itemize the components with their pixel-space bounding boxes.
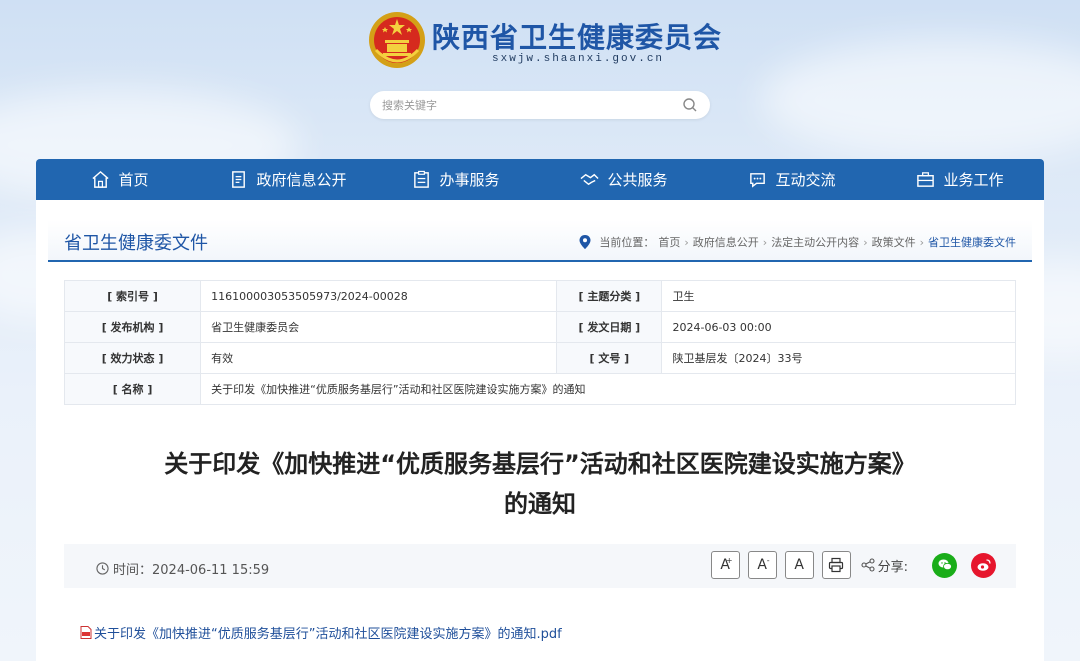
breadcrumb-separator: › (684, 235, 689, 249)
nav-item-label: 政府信息公开 (256, 171, 347, 189)
share-label: 分享: (861, 556, 908, 575)
table-row: [ 发布机构 ] 省卫生健康委员会 [ 发文日期 ] 2024-06-03 00… (63, 311, 1016, 343)
nav-item-home[interactable]: 首页 (36, 159, 204, 200)
nav-item-label: 公共服务 (607, 171, 668, 189)
status-value: 有效 (200, 342, 558, 374)
issuer-key: [ 发布机构 ] (63, 311, 202, 343)
issuer-value: 省卫生健康委员会 (200, 311, 558, 343)
search-icon[interactable] (682, 97, 698, 113)
table-row: [ 索引号 ] 11610000305350597­3/2024-00028 [… (63, 280, 1016, 312)
section-header: 省卫生健康委文件 当前位置： 首页 › 政府信息公开 › 法定主动公开内容 › … (48, 220, 1032, 262)
breadcrumb-separator: › (863, 235, 868, 249)
home-icon (92, 170, 110, 188)
site-header: 陕西省卫生健康委员会 sxwjw.shaanxi.gov.cn (0, 0, 1080, 160)
nav-item-public-service[interactable]: 公共服务 (540, 159, 708, 200)
table-row: [ 效力状态 ] 有效 [ 文号 ] 陕卫基层发〔2024〕33号 (63, 342, 1016, 374)
share-icon (861, 558, 875, 572)
share-label-text: 分享: (877, 559, 908, 575)
table-row: [ 名称 ] 关于印发《加快推进“优质服务基层行”活动和社区医院建设实施方案》的… (63, 373, 1016, 405)
pdf-file-icon (80, 626, 92, 639)
font-reset-button[interactable]: A (784, 551, 814, 579)
nav-item-services[interactable]: 办事服务 (372, 159, 540, 200)
section-title: 省卫生健康委文件 (64, 233, 208, 254)
search-box (370, 91, 710, 119)
search-input[interactable] (382, 96, 672, 114)
breadcrumb-separator: › (919, 235, 924, 249)
weibo-icon (977, 559, 991, 571)
status-key: [ 效力状态 ] (63, 342, 202, 374)
breadcrumb-separator: › (762, 235, 768, 249)
font-increase-button[interactable]: A + (710, 551, 740, 579)
attachment-filename: 关于印发《加快推进“优质服务基层行”活动和社区医院建设实施方案》的通知.pdf (94, 627, 562, 642)
printer-icon (829, 557, 844, 573)
date-key: [ 发文日期 ] (556, 311, 663, 343)
name-value: 关于印发《加快推进“优质服务基层行”活动和社区医院建设实施方案》的通知 (200, 373, 1016, 405)
nav-item-label: 互动交流 (775, 171, 836, 189)
font-decrease-button[interactable]: A- (747, 551, 777, 579)
breadcrumb-policy[interactable]: 政策文件 (872, 234, 916, 250)
index-value: 11610000305350597­3/2024-00028 (200, 280, 558, 312)
main-nav: 首页 政府信息公开 办事服务 公共服务 互动交流 业务工作 (36, 159, 1044, 200)
docno-value: 陕卫基层发〔2024〕33号 (661, 342, 1016, 374)
content-panel: 省卫生健康委文件 当前位置： 首页 › 政府信息公开 › 法定主动公开内容 › … (36, 200, 1044, 661)
national-emblem-icon (369, 12, 425, 68)
publish-time-text: 时间：2024-06-11 15:59 (113, 563, 270, 578)
chat-bubble-icon (750, 173, 766, 188)
location-pin-icon (579, 235, 591, 249)
attachment-link[interactable]: 关于印发《加快推进“优质服务基层行”活动和社区医院建设实施方案》的通知.pdf (80, 623, 562, 642)
nav-item-interaction[interactable]: 互动交流 (708, 159, 876, 200)
docno-key: [ 文号 ] (556, 342, 663, 374)
share-weibo-button[interactable] (971, 552, 996, 578)
document-meta-table: [ 索引号 ] 11610000305350597­3/2024-00028 [… (63, 280, 1016, 405)
handshake-icon (580, 173, 600, 186)
site-domain: sxwjw.shaanxi.gov.cn (492, 53, 665, 65)
briefcase-icon (917, 172, 935, 187)
nav-item-gov-info[interactable]: 政府信息公开 (204, 159, 372, 200)
name-key: [ 名称 ] (63, 373, 202, 405)
breadcrumb-home[interactable]: 首页 (658, 234, 680, 250)
article-title-line2: 的通知 (504, 490, 576, 518)
publish-time: 时间：2024-06-11 15:59 (96, 559, 269, 578)
breadcrumb-mandatory[interactable]: 法定主动公开内容 (771, 234, 859, 250)
nav-item-business[interactable]: 业务工作 (876, 159, 1044, 200)
breadcrumb-gov-info[interactable]: 政府信息公开 (693, 234, 759, 250)
font-reset-label: A (794, 557, 804, 573)
print-button[interactable] (821, 551, 851, 579)
article-toolbar: 时间：2024-06-11 15:59 A + A- A 分享: (64, 544, 1016, 588)
index-key: [ 索引号 ] (63, 280, 202, 312)
breadcrumb-current[interactable]: 省卫生健康委文件 (928, 234, 1016, 250)
breadcrumb-label: 当前位置： (599, 236, 655, 249)
clipboard-icon (414, 170, 430, 188)
nav-item-label: 业务工作 (943, 171, 1004, 189)
site-title[interactable]: 陕西省卫生健康委员会 (432, 16, 722, 56)
date-value: 2024-06-03 00:00 (661, 311, 1016, 343)
breadcrumb: 当前位置： 首页 › 政府信息公开 › 法定主动公开内容 › 政策文件 › 省卫… (579, 234, 1016, 250)
document-list-icon (232, 171, 246, 188)
share-wechat-button[interactable] (932, 552, 957, 578)
topic-value: 卫生 (661, 280, 1016, 312)
nav-item-label: 首页 (118, 171, 149, 189)
article-tools: A + A- A 分享: (710, 551, 996, 579)
nav-item-label: 办事服务 (439, 171, 500, 189)
article-title: 关于印发《加快推进“优质服务基层行”活动和社区医院建设实施方案》 的通知 (76, 444, 1004, 524)
font-decrease-label: A (757, 557, 767, 573)
wechat-icon (938, 559, 952, 571)
topic-key: [ 主题分类 ] (556, 280, 663, 312)
article-title-line1: 关于印发《加快推进“优质服务基层行”活动和社区医院建设实施方案》 (164, 450, 916, 478)
clock-icon (96, 562, 109, 575)
